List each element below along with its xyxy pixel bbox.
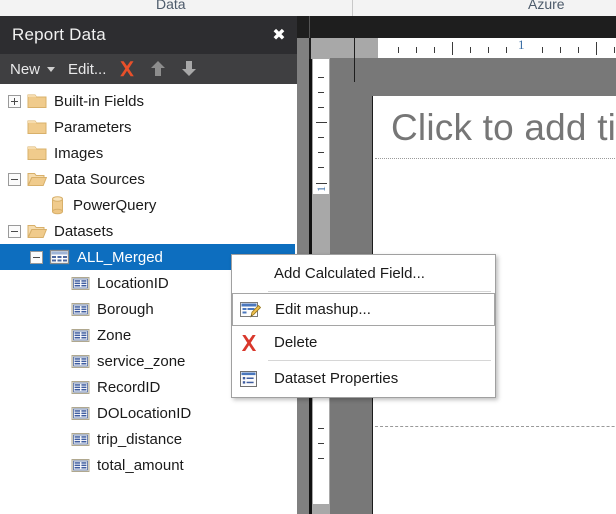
field-icon xyxy=(71,354,90,369)
tree-item-label: Datasets xyxy=(54,222,114,240)
edit-pencil-icon xyxy=(239,299,262,321)
database-icon xyxy=(49,195,66,215)
tree-item[interactable]: DOLocationID xyxy=(0,400,297,426)
tree-item-label: DOLocationID xyxy=(97,404,192,422)
vertical-ruler-label-1: 1 xyxy=(314,186,328,192)
field-icon xyxy=(71,458,90,473)
tree-item-label: total_amount xyxy=(97,456,184,474)
ribbon-tab-strip: Data Azure xyxy=(0,0,616,16)
horizontal-ruler: 1 xyxy=(378,38,616,58)
collapse-minus-icon[interactable] xyxy=(30,250,43,264)
new-button[interactable]: New xyxy=(8,61,42,78)
arrow-down-icon[interactable] xyxy=(177,57,201,81)
field-icon xyxy=(71,432,90,447)
context-menu-item[interactable]: Edit mashup... xyxy=(232,293,495,326)
close-icon[interactable]: ✖ xyxy=(268,25,290,45)
red-x-icon[interactable] xyxy=(115,57,139,81)
dataset-context-menu[interactable]: Add Calculated Field... Edit mashup... Del… xyxy=(231,254,496,398)
context-menu-item-label: Dataset Properties xyxy=(274,370,399,387)
design-surface-guide-line xyxy=(354,38,355,82)
context-menu-separator xyxy=(268,360,491,361)
properties-icon xyxy=(238,368,260,390)
app-window: Data Azure Click to add title 1 xyxy=(0,0,616,514)
folder-icon xyxy=(27,118,47,136)
tree-item[interactable]: PowerQuery xyxy=(0,192,297,218)
collapse-minus-icon[interactable] xyxy=(8,224,21,238)
field-icon xyxy=(71,302,90,317)
chevron-down-icon[interactable] xyxy=(47,66,56,75)
tree-item[interactable]: Datasets xyxy=(0,218,297,244)
tree-item[interactable]: Images xyxy=(0,140,297,166)
ribbon-tab-data[interactable]: Data xyxy=(156,0,186,12)
report-data-toolbar[interactable]: New Edit... xyxy=(0,54,297,84)
report-data-panel-title: Report Data xyxy=(12,25,106,44)
horizontal-ruler-label-1: 1 xyxy=(518,38,525,52)
report-data-panel-caption[interactable]: Report Data ✖ xyxy=(0,16,297,54)
tree-item[interactable]: Built-in Fields xyxy=(0,88,297,114)
table-icon xyxy=(49,248,70,266)
ribbon-tab-separator xyxy=(352,0,353,16)
edit-button[interactable]: Edit... xyxy=(66,61,108,78)
tree-item-label: LocationID xyxy=(97,274,169,292)
context-menu-separator xyxy=(268,291,491,292)
tree-item-label: Parameters xyxy=(54,118,132,136)
tree-item[interactable]: Parameters xyxy=(0,114,297,140)
tree-item-label: Data Sources xyxy=(54,170,145,188)
field-icon xyxy=(71,276,90,291)
collapse-minus-icon[interactable] xyxy=(8,172,21,186)
folder-open-icon xyxy=(27,170,47,188)
tree-item[interactable]: total_amount xyxy=(0,452,297,478)
field-icon xyxy=(71,406,90,421)
context-menu-item-label: Delete xyxy=(274,334,318,351)
tree-item-label: RecordID xyxy=(97,378,161,396)
context-menu-item[interactable]: Delete xyxy=(232,326,495,359)
tree-item-label: PowerQuery xyxy=(73,196,157,214)
context-menu-item-label: Add Calculated Field... xyxy=(274,265,425,282)
folder-open-icon xyxy=(27,222,47,240)
context-menu-item[interactable]: Add Calculated Field... xyxy=(232,257,495,290)
ribbon-dark-band-divider xyxy=(309,16,310,38)
ribbon-tab-azure[interactable]: Azure xyxy=(528,0,565,12)
tree-item[interactable]: trip_distance xyxy=(0,426,297,452)
field-icon xyxy=(71,380,90,395)
tree-item-label: Zone xyxy=(97,326,132,344)
field-icon xyxy=(71,328,90,343)
context-menu-item[interactable]: Dataset Properties xyxy=(232,362,495,395)
vertical-ruler: 1 xyxy=(313,59,329,194)
tree-item-label: Borough xyxy=(97,300,154,318)
folder-icon xyxy=(27,144,47,162)
context-menu-item-label: Edit mashup... xyxy=(275,301,371,318)
folder-icon xyxy=(27,92,47,110)
tree-item-label: Images xyxy=(54,144,104,162)
report-body-section-divider xyxy=(375,426,616,427)
red-x-icon xyxy=(238,332,260,354)
context-menu-icon-placeholder xyxy=(238,263,260,285)
expand-plus-icon[interactable] xyxy=(8,94,21,108)
arrow-up-icon[interactable] xyxy=(146,57,170,81)
tree-item[interactable]: Data Sources xyxy=(0,166,297,192)
title-textbox[interactable]: Click to add title xyxy=(375,97,616,159)
tree-item-label: service_zone xyxy=(97,352,186,370)
tree-item-label: Built-in Fields xyxy=(54,92,145,110)
vertical-ruler-lower xyxy=(313,386,329,504)
tree-item-label: ALL_Merged xyxy=(77,248,163,266)
tree-item-label: trip_distance xyxy=(97,430,183,448)
title-placeholder-text: Click to add title xyxy=(391,106,616,148)
